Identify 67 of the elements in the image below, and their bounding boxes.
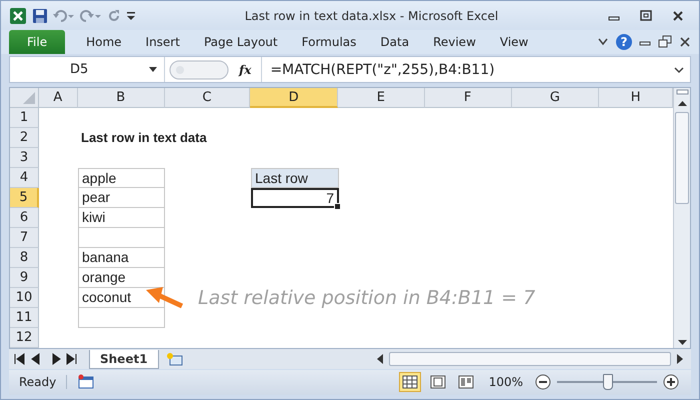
row-header[interactable]: 2 xyxy=(10,128,39,148)
table-cell: orange xyxy=(78,268,165,288)
row-header[interactable]: 12 xyxy=(10,328,39,348)
column-header[interactable]: C xyxy=(164,88,250,108)
row-header[interactable]: 8 xyxy=(10,248,39,268)
column-header[interactable]: D xyxy=(250,88,338,108)
expand-caret-icon[interactable] xyxy=(674,66,684,74)
table-cell: pear xyxy=(78,188,165,208)
column-header[interactable]: H xyxy=(599,88,673,108)
status-text: Ready xyxy=(9,375,68,390)
column-heading: Last row xyxy=(251,168,339,188)
formula-field[interactable]: =MATCH(REPT("z",255),B4:B11) xyxy=(261,57,670,82)
table-cell: banana xyxy=(78,248,165,268)
annotation-text: Last relative position in B4:B11 = 7 xyxy=(198,287,536,310)
column-header[interactable]: F xyxy=(424,88,512,108)
column-header[interactable]: B xyxy=(78,88,165,108)
ribbon-tab[interactable]: Formulas xyxy=(290,30,368,54)
column-header[interactable]: E xyxy=(338,88,425,108)
zoom-slider-thumb[interactable] xyxy=(603,374,613,390)
scroll-right-icon[interactable] xyxy=(675,353,685,366)
close-icon[interactable] xyxy=(671,8,685,23)
window-title: Last row in text data.xlsx - Microsoft Excel xyxy=(244,8,500,23)
scroll-left-icon[interactable] xyxy=(375,353,385,366)
zoom-in-icon[interactable] xyxy=(663,374,679,390)
ribbon-tab[interactable]: Insert xyxy=(134,30,191,54)
collapse-ribbon-icon[interactable] xyxy=(597,37,609,48)
maximize-icon[interactable] xyxy=(639,8,653,23)
file-tab[interactable]: File xyxy=(9,30,66,54)
row-header[interactable]: 1 xyxy=(10,108,39,128)
row-header[interactable]: 7 xyxy=(10,228,39,248)
restore-icon[interactable] xyxy=(658,35,672,50)
sheet-tab[interactable]: Sheet1 xyxy=(89,350,159,369)
scroll-thumb[interactable] xyxy=(389,352,671,366)
zoom-out-icon[interactable] xyxy=(535,374,551,390)
name-box[interactable]: D5 xyxy=(10,57,165,82)
row-header[interactable]: 6 xyxy=(10,208,39,228)
arrow-icon xyxy=(146,286,184,310)
row-header[interactable]: 5 xyxy=(10,188,39,208)
column-header[interactable]: G xyxy=(512,88,600,108)
help-button[interactable]: ? xyxy=(616,34,632,50)
row-header[interactable]: 11 xyxy=(10,308,39,328)
insert-sheet-icon[interactable] xyxy=(164,352,185,366)
ribbon-tab[interactable]: Home xyxy=(75,30,133,54)
split-handle-icon[interactable] xyxy=(674,88,690,96)
scroll-thumb[interactable] xyxy=(675,112,689,204)
row-header[interactable]: 3 xyxy=(10,148,39,168)
close-icon[interactable] xyxy=(679,36,691,48)
ribbon-tab[interactable]: Data xyxy=(369,30,420,54)
ribbon-tab[interactable]: Review xyxy=(422,30,487,54)
macro-record-icon[interactable] xyxy=(77,374,96,390)
row-header[interactable]: 10 xyxy=(10,288,39,308)
insert-function-button[interactable]: fx xyxy=(233,62,258,77)
selected-cell[interactable]: 7 xyxy=(251,188,339,208)
table-cell: kiwi xyxy=(78,208,165,228)
table-cell: apple xyxy=(78,168,165,188)
ribbon-tab[interactable]: View xyxy=(488,30,540,54)
excel-logo-icon[interactable] xyxy=(9,6,27,25)
customize-caret-icon[interactable] xyxy=(126,10,136,22)
row-header[interactable]: 4 xyxy=(10,168,39,188)
ribbon-tab[interactable]: Page Layout xyxy=(192,30,289,54)
column-header[interactable]: A xyxy=(38,88,78,108)
row-header[interactable]: 9 xyxy=(10,268,39,288)
zoom-level[interactable]: 100% xyxy=(488,375,523,390)
normal-view-button[interactable] xyxy=(398,372,421,392)
save-icon[interactable] xyxy=(32,8,48,24)
resize-handle-icon[interactable] xyxy=(169,60,229,80)
sheet-title: Last row in text data xyxy=(80,129,208,148)
